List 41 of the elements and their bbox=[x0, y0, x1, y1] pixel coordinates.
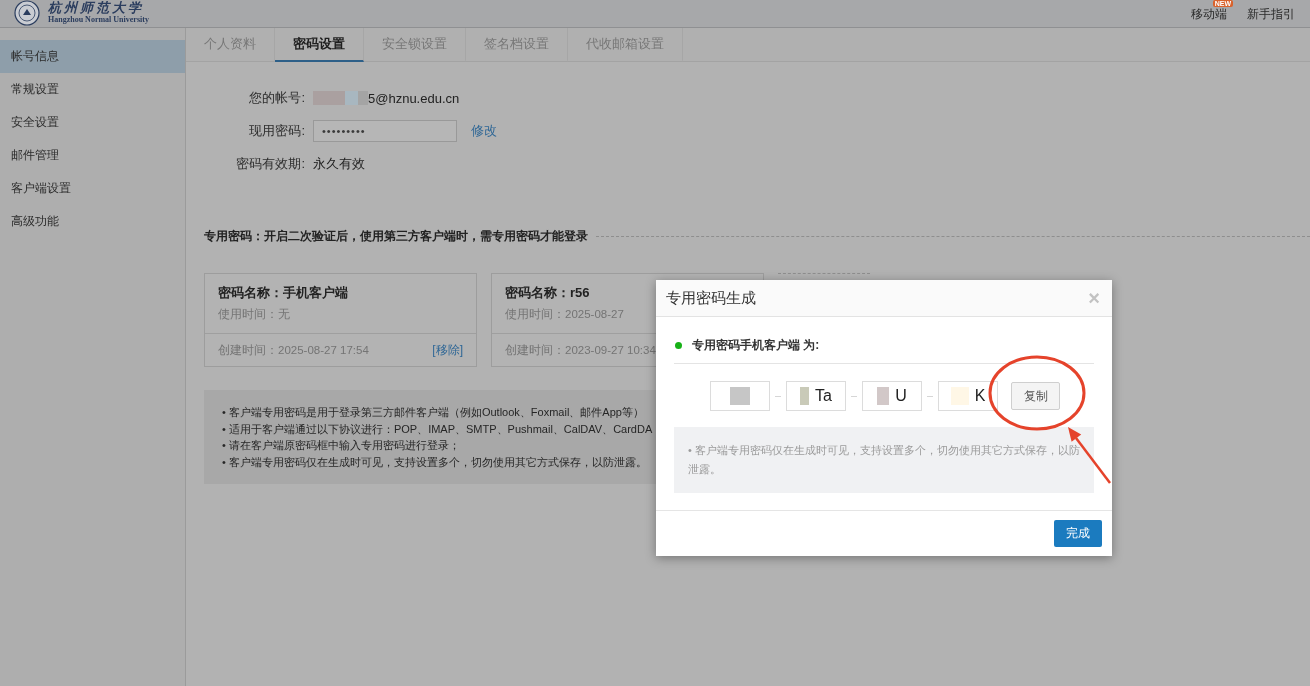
status-dot-icon bbox=[675, 341, 682, 349]
field-value: 5@hznu.edu.cn bbox=[368, 90, 460, 106]
field-value: 永久有效 bbox=[313, 155, 365, 173]
remove-link[interactable]: [移除] bbox=[432, 341, 463, 359]
logo-subtitle: Hangzhou Normal University bbox=[48, 15, 149, 25]
sidebar-item[interactable]: 高级功能 bbox=[0, 205, 185, 238]
info-line: • 客户端专用密码是用于登录第三方邮件客户端（例如Outlook、Foxmail、邮件App等） bbox=[222, 405, 644, 420]
password-field[interactable]: ••••••••• bbox=[313, 120, 457, 142]
copy-button[interactable]: 复制 bbox=[1011, 382, 1060, 410]
sidebar-item[interactable]: 安全设置 bbox=[0, 106, 185, 139]
segment-text: K bbox=[974, 387, 986, 405]
annotation-arrow bbox=[1068, 427, 1111, 484]
dialog-title: 专用密码生成 bbox=[666, 288, 756, 308]
sidebar-item[interactable]: 常规设置 bbox=[0, 73, 185, 106]
created-time: 创建时间：2025-08-27 17:54 bbox=[218, 343, 369, 358]
edit-link[interactable]: 修改 bbox=[471, 122, 497, 140]
segment-text: Ta bbox=[815, 387, 832, 405]
field-label: 您的帐号: bbox=[248, 89, 305, 107]
notice-text: • 客户端专用密码仅在生成时可见，支持设置多个，切勿使用其它方式保存，以防泄露。 bbox=[688, 443, 1081, 477]
usage-time: 使用时间：2025-08-27 bbox=[505, 307, 624, 322]
header-link[interactable]: 新手指引 bbox=[1247, 7, 1295, 22]
usage-time: 使用时间：无 bbox=[218, 307, 290, 322]
sidebar-item[interactable]: 客户端设置 bbox=[0, 172, 185, 205]
header-link[interactable]: 移动端 bbox=[1191, 7, 1227, 22]
field-label: 现用密码: bbox=[248, 122, 305, 140]
info-line: • 客户端专用密码仅在生成时可见，支持设置多个，切勿使用其它方式保存，以防泄露。 bbox=[222, 454, 647, 470]
section-title: 专用密码：开启二次验证后，使用第三方客户端时，需专用密码才能登录 bbox=[204, 228, 588, 244]
created-time: 创建时间：2023-09-27 10:34 bbox=[505, 343, 656, 358]
segment-text: U bbox=[895, 387, 907, 405]
info-line: • 适用于客户端通过以下协议进行：POP、IMAP、SMTP、Pushmail、CalDAV、CardDA bbox=[222, 421, 653, 437]
card-title: 密码名称：r56 bbox=[505, 284, 590, 302]
sidebar-item[interactable]: 帐号信息 bbox=[0, 40, 185, 73]
info-line: • 请在客户端原密码框中输入专用密码进行登录； bbox=[222, 438, 460, 453]
card-title: 密码名称：手机客户端 bbox=[218, 284, 348, 302]
sidebar-item[interactable]: 邮件管理 bbox=[0, 139, 185, 172]
status-message: 专用密码手机客户端 为: bbox=[692, 337, 820, 353]
done-button[interactable]: 完成 bbox=[1054, 520, 1102, 547]
logo-title: 杭州师范大学 bbox=[48, 1, 144, 15]
field-label: 密码有效期: bbox=[235, 155, 305, 173]
tab[interactable]: 密码设置 bbox=[275, 28, 364, 62]
university-seal-icon bbox=[14, 0, 40, 26]
